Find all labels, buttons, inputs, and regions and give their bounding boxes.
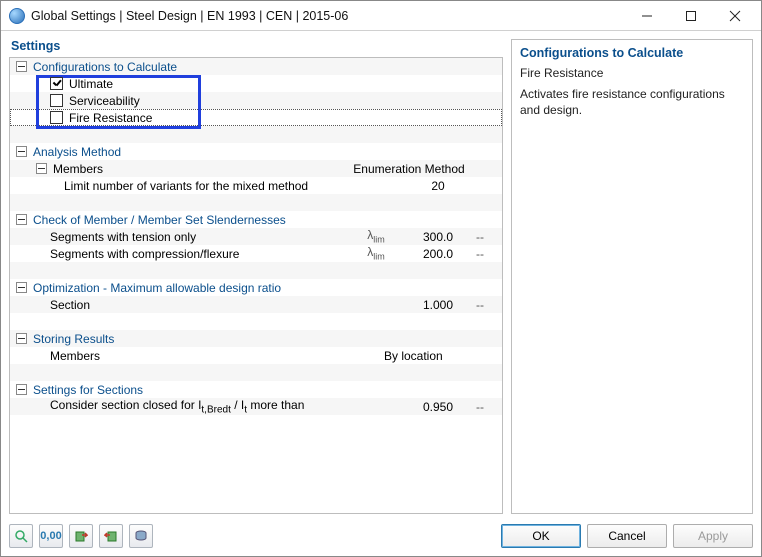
tree-item-serviceability[interactable]: Serviceability	[10, 92, 502, 109]
save-default-icon[interactable]	[129, 524, 153, 548]
tree-group-optimization[interactable]: Optimization - Maximum allowable design …	[10, 279, 502, 296]
value[interactable]: 1.000	[402, 298, 474, 312]
settings-tree[interactable]: Configurations to Calculate Ultimate Ser…	[9, 57, 503, 514]
checkbox-serviceability[interactable]	[50, 94, 63, 107]
tree-group-configs[interactable]: Configurations to Calculate	[10, 58, 502, 75]
checkbox-fire-resistance[interactable]	[50, 111, 63, 124]
tree-group-sections[interactable]: Settings for Sections	[10, 381, 502, 398]
details-icon[interactable]	[9, 524, 33, 548]
settings-heading: Settings	[9, 39, 503, 57]
item-label: Consider section closed for It,Bredt / I…	[50, 398, 304, 415]
item-label: Segments with compression/flexure	[50, 247, 239, 261]
spacer-row	[10, 194, 502, 211]
minimize-button[interactable]	[625, 2, 669, 30]
import-icon[interactable]	[99, 524, 123, 548]
info-panel: Configurations to Calculate Fire Resista…	[511, 39, 753, 514]
item-label: Serviceability	[69, 94, 140, 108]
item-label: Ultimate	[69, 77, 113, 91]
info-subtitle: Fire Resistance	[520, 66, 744, 80]
unit: --	[474, 400, 502, 414]
apply-button[interactable]: Apply	[673, 524, 753, 548]
tree-item-tension[interactable]: Segments with tension only λlim 300.0--	[10, 228, 502, 245]
window-title: Global Settings | Steel Design | EN 1993…	[31, 9, 625, 23]
group-label: Analysis Method	[33, 145, 121, 159]
tree-item-ultimate[interactable]: Ultimate	[10, 75, 502, 92]
collapse-icon[interactable]	[16, 61, 27, 72]
collapse-icon[interactable]	[16, 282, 27, 293]
titlebar: Global Settings | Steel Design | EN 1993…	[1, 1, 761, 31]
tree-item-fire-resistance[interactable]: Fire Resistance	[10, 109, 502, 126]
ok-button[interactable]: OK	[501, 524, 581, 548]
tree-group-storing[interactable]: Storing Results	[10, 330, 502, 347]
info-description: Activates fire resistance configurations…	[520, 86, 744, 118]
collapse-icon[interactable]	[16, 384, 27, 395]
item-label: Limit number of variants for the mixed m…	[64, 179, 308, 193]
spacer-row	[10, 262, 502, 279]
cancel-button[interactable]: Cancel	[587, 524, 667, 548]
export-icon[interactable]	[69, 524, 93, 548]
units-icon[interactable]: 0,00	[39, 524, 63, 548]
spacer-row	[10, 364, 502, 381]
group-label: Configurations to Calculate	[33, 60, 177, 74]
collapse-icon[interactable]	[36, 163, 47, 174]
value[interactable]: By location	[384, 349, 474, 363]
item-label: Members	[50, 349, 100, 363]
tree-item-compression[interactable]: Segments with compression/flexure λlim 20…	[10, 245, 502, 262]
unit: --	[474, 230, 502, 244]
tree-item-closed-section[interactable]: Consider section closed for It,Bredt / I…	[10, 398, 502, 415]
collapse-icon[interactable]	[16, 214, 27, 225]
value[interactable]: 20	[402, 179, 474, 193]
tree-group-analysis[interactable]: Analysis Method	[10, 143, 502, 160]
app-icon	[9, 8, 25, 24]
collapse-icon[interactable]	[16, 146, 27, 157]
maximize-button[interactable]	[669, 2, 713, 30]
tree-item-storing-members[interactable]: Members By location	[10, 347, 502, 364]
tree-item-section[interactable]: Section 1.000--	[10, 296, 502, 313]
tree-item-members[interactable]: Members Enumeration Method	[10, 160, 502, 177]
spacer-row	[10, 126, 502, 143]
item-label: Segments with tension only	[50, 230, 196, 244]
group-label: Check of Member / Member Set Slenderness…	[33, 213, 286, 227]
footer: 0,00 OK Cancel Apply	[1, 518, 761, 556]
tree-group-slenderness[interactable]: Check of Member / Member Set Slenderness…	[10, 211, 502, 228]
symbol: λlim	[367, 228, 385, 242]
checkbox-ultimate[interactable]	[50, 77, 63, 90]
group-label: Optimization - Maximum allowable design …	[33, 281, 281, 295]
col-header: Enumeration Method	[344, 162, 474, 176]
value[interactable]: 0.950	[402, 400, 474, 414]
item-label: Fire Resistance	[69, 111, 152, 125]
info-heading: Configurations to Calculate	[520, 46, 744, 60]
item-label: Section	[50, 298, 90, 312]
value[interactable]: 300.0	[402, 230, 474, 244]
close-button[interactable]	[713, 2, 757, 30]
spacer-row	[10, 313, 502, 330]
group-label: Storing Results	[33, 332, 114, 346]
item-label: Members	[53, 162, 103, 176]
collapse-icon[interactable]	[16, 333, 27, 344]
tree-item-limit-variants[interactable]: Limit number of variants for the mixed m…	[10, 177, 502, 194]
unit: --	[474, 247, 502, 261]
group-label: Settings for Sections	[33, 383, 143, 397]
unit: --	[474, 298, 502, 312]
symbol: λlim	[367, 245, 385, 259]
value[interactable]: 200.0	[402, 247, 474, 261]
